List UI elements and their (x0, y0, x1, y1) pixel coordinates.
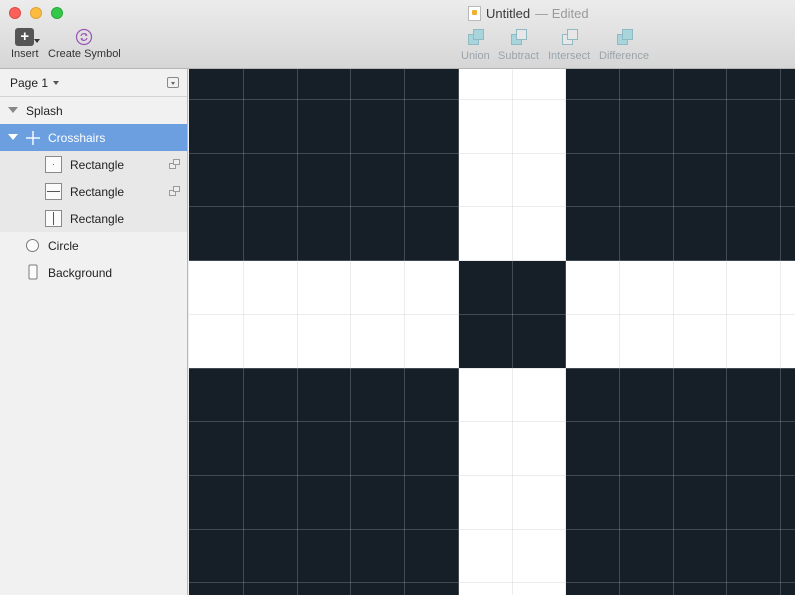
window-title: Untitled — Edited (468, 5, 589, 21)
insert-dropdown-icon[interactable] (34, 39, 40, 43)
layer-label: Circle (48, 238, 79, 253)
page-selector[interactable]: Page 1 (10, 75, 60, 90)
rectangle-thumbnail-icon (45, 210, 62, 227)
layer-rectangle-3[interactable]: Rectangle (0, 205, 187, 232)
pages-toggle-icon[interactable] (167, 77, 179, 88)
subtract-button[interactable]: Subtract (498, 28, 539, 62)
layer-crosshairs[interactable]: Crosshairs (0, 124, 187, 151)
subtract-icon (507, 28, 529, 48)
layer-circle[interactable]: Circle (0, 232, 187, 259)
difference-label: Difference (599, 50, 649, 62)
circle-icon (26, 239, 39, 252)
layers-sidebar: Page 1 Splash Crosshairs Rectangle Recta… (0, 69, 188, 595)
layer-splash[interactable]: Splash (0, 97, 187, 124)
insert-label: Insert (11, 48, 39, 60)
document-name: Untitled (486, 5, 531, 21)
rectangle-thumbnail-icon (45, 183, 62, 200)
chevron-down-icon (53, 80, 60, 85)
layer-background[interactable]: Background (0, 259, 187, 286)
intersect-label: Intersect (548, 50, 591, 62)
create-symbol-label: Create Symbol (48, 48, 121, 60)
difference-button[interactable]: Difference (599, 28, 649, 62)
insert-button[interactable]: + Insert (11, 28, 39, 60)
minimize-window-button[interactable] (30, 7, 42, 19)
expand-triangle-icon[interactable] (8, 134, 18, 140)
layer-label: Rectangle (70, 211, 125, 226)
boolean-mask-icon (169, 186, 181, 197)
layer-label: Rectangle (70, 157, 125, 172)
boolean-mask-icon (169, 159, 181, 170)
toolbar: Untitled — Edited + Insert Create Symbol… (0, 0, 795, 69)
page-label: Page 1 (10, 75, 49, 90)
intersect-button[interactable]: Intersect (548, 28, 590, 62)
rectangle-thumbnail-icon (45, 156, 62, 173)
difference-icon (613, 28, 635, 48)
layer-rectangle-2[interactable]: Rectangle (0, 178, 187, 205)
union-label: Union (461, 50, 490, 62)
document-icon (468, 5, 481, 21)
union-icon (464, 28, 486, 48)
zoom-window-button[interactable] (51, 7, 63, 19)
crosshair-icon (26, 131, 40, 145)
intersect-icon (558, 28, 580, 48)
union-button[interactable]: Union (461, 28, 490, 62)
layer-label: Background (48, 265, 113, 280)
page-bar: Page 1 (0, 69, 187, 97)
plus-icon: + (15, 28, 35, 46)
edited-status: — Edited (535, 5, 589, 21)
canvas[interactable] (189, 69, 795, 595)
crosshair-center (459, 261, 566, 368)
create-symbol-button[interactable]: Create Symbol (48, 28, 121, 60)
layer-label: Splash (26, 103, 63, 118)
layer-label: Crosshairs (48, 130, 106, 145)
layer-label: Rectangle (70, 184, 125, 199)
expand-triangle-icon[interactable] (8, 107, 18, 113)
layer-rectangle-1[interactable]: Rectangle (0, 151, 187, 178)
artboard-rectangle-icon (28, 264, 38, 280)
close-window-button[interactable] (9, 7, 21, 19)
symbol-icon (76, 28, 93, 46)
subtract-label: Subtract (498, 50, 539, 62)
